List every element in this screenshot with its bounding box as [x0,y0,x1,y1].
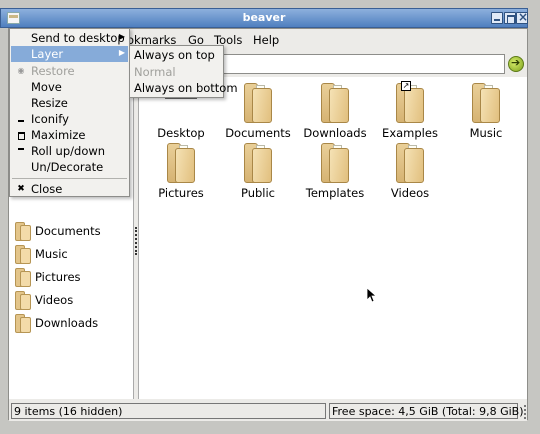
menu-item-un-decorate[interactable]: Un/Decorate [11,159,128,175]
folder-link-icon: ↗ [396,81,424,123]
menu-item-label: Always on top [134,48,215,62]
maximize-icon [17,131,25,140]
file-label: Downloads [303,126,367,140]
close-icon: ✖ [17,184,25,194]
folder-icon [396,143,424,183]
sidebar-item-downloads[interactable]: Downloads [12,313,130,333]
folder-icon [14,222,31,241]
menu-item-label: Normal [134,65,176,79]
folder-icon [244,83,272,123]
menu-item-layer[interactable]: Layer ▶ [11,46,128,62]
submenu-arrow-icon: ▶ [118,32,125,41]
folder-icon [167,143,195,183]
item-count: 9 items (16 hidden) [11,403,326,419]
sidebar-item-videos[interactable]: Videos [12,290,130,310]
menu-item-move[interactable]: Move [11,79,128,95]
file-item-pictures[interactable]: Pictures [145,143,217,201]
resize-grip[interactable] [518,405,526,419]
file-manager-window: beaver okmarks Go Tools Help Documents M… [0,0,540,434]
window-menu: Send to desktop ▶ Layer ▶ ◉ Restore Move… [9,28,130,197]
file-item-examples[interactable]: ↗ Examples [374,81,446,141]
menu-item-maximize[interactable]: Maximize [11,127,128,143]
minimize-button[interactable] [491,12,503,24]
menu-help[interactable]: Help [253,33,279,47]
file-item-downloads[interactable]: Downloads [299,83,371,141]
file-label: Templates [305,186,365,200]
splitter-grip [135,227,137,255]
title-bar[interactable]: beaver [0,8,528,28]
file-label: Videos [390,186,430,200]
file-label: Examples [382,126,438,140]
menu-item-label: Roll up/down [31,144,106,158]
menu-item-label: Restore [31,64,75,78]
folder-icon [472,83,500,123]
path-input[interactable] [221,54,505,74]
status-bar: 9 items (16 hidden) Free space: 4,5 GiB … [9,401,527,421]
menu-item-always-on-top[interactable]: Always on top [131,47,222,63]
menu-item-label: Always on bottom [134,81,238,95]
file-label: Documents [225,126,291,140]
menu-item-normal[interactable]: Normal [131,64,222,80]
file-label: Desktop [157,126,205,140]
submenu-arrow-icon: ▶ [118,48,125,57]
menu-separator [12,178,127,179]
menu-item-send-to-desktop[interactable]: Send to desktop ▶ [11,30,128,46]
folder-icon [321,83,349,123]
menu-item-resize[interactable]: Resize [11,95,128,111]
file-item-music[interactable]: Music [450,83,522,141]
restore-icon: ◉ [17,66,25,75]
rollup-icon [17,147,25,155]
menu-item-label: Iconify [31,112,69,126]
menu-item-label: Resize [31,96,68,110]
sidebar-item-label: Downloads [35,316,99,330]
file-label: Public [240,186,276,200]
mouse-cursor [366,287,378,303]
file-item-templates[interactable]: Templates [299,143,371,201]
menu-item-always-on-bottom[interactable]: Always on bottom [131,80,238,96]
sidebar-item-label: Documents [35,224,101,238]
menu-item-label: Layer [31,47,64,61]
sidebar-item-music[interactable]: Music [12,244,130,264]
file-item-videos[interactable]: Videos [374,143,446,201]
menu-item-label: Close [31,182,63,196]
iconify-icon [17,115,25,123]
sidebar-item-pictures[interactable]: Pictures [12,267,130,287]
file-label: Pictures [158,186,204,200]
menu-item-close[interactable]: ✖ Close [11,181,128,197]
close-button[interactable] [516,10,528,24]
file-view: Desktop Documents Downloads ↗ Examples M… [138,77,527,399]
file-item-public[interactable]: Public [222,143,294,201]
menu-item-restore[interactable]: ◉ Restore [11,63,128,79]
folder-icon [244,143,272,183]
folder-icon [14,268,31,287]
sidebar-item-label: Music [35,247,68,261]
menu-item-label: Maximize [31,128,86,142]
folder-icon [14,314,31,333]
maximize-button[interactable] [504,12,516,24]
menu-item-roll-up-down[interactable]: Roll up/down [11,143,128,159]
free-space: Free space: 4,5 GiB (Total: 9,8 GiB) [329,403,524,419]
menu-item-label: Move [31,80,62,94]
menu-item-label: Send to desktop [31,31,125,45]
window-title: beaver [242,11,286,24]
sidebar-item-label: Pictures [35,270,81,284]
folder-icon [14,245,31,264]
menu-item-label: Un/Decorate [31,160,104,174]
folder-icon [321,143,349,183]
file-label: Music [469,126,503,140]
folder-icon [14,291,31,310]
go-button[interactable] [508,56,524,72]
menu-item-iconify[interactable]: Iconify [11,111,128,127]
sidebar-item-label: Videos [35,293,74,307]
sidebar-item-documents[interactable]: Documents [12,221,130,241]
layer-submenu: Always on top Normal Always on bottom [129,45,238,98]
